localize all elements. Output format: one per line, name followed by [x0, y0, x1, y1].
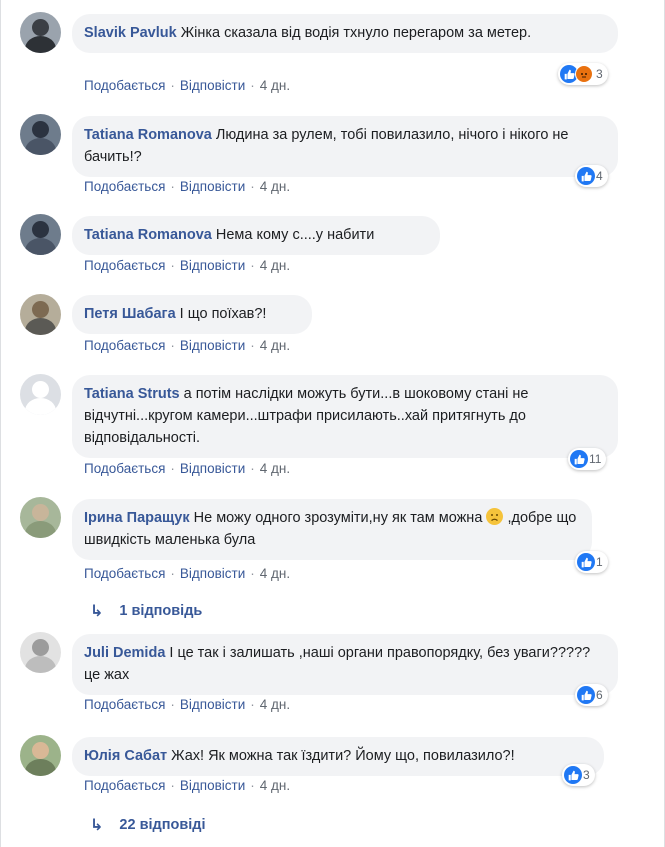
avatar[interactable] [20, 374, 61, 415]
comment-author[interactable]: Slavik Pavluk [84, 25, 177, 41]
sad-face-emoji-icon [486, 508, 504, 525]
like-link[interactable]: Подобається [84, 179, 165, 194]
like-icon [577, 686, 595, 704]
timestamp[interactable]: 4 дн. [260, 179, 290, 194]
reply-link[interactable]: Відповісти [180, 778, 245, 793]
angry-icon [575, 65, 593, 83]
like-link[interactable]: Подобається [84, 566, 165, 581]
reply-link[interactable]: Відповісти [180, 338, 245, 353]
avatar[interactable] [20, 114, 61, 155]
reply-link[interactable]: Відповісти [180, 461, 245, 476]
timestamp[interactable]: 4 дн. [260, 258, 290, 273]
timestamp[interactable]: 4 дн. [260, 461, 290, 476]
comment-author[interactable]: Юлія Сабат [84, 748, 167, 764]
comment-bubble: Юлія Сабат Жах! Як можна так їздити? Йому… [72, 737, 604, 776]
like-link[interactable]: Подобається [84, 338, 165, 353]
comment-bubble: Slavik Pavluk Жінка сказала від водія тхн… [72, 14, 618, 53]
view-replies-link[interactable]: ↳ 22 відповіді [90, 815, 206, 835]
comment-author[interactable]: Juli Demida [84, 645, 165, 661]
reply-link[interactable]: Відповісти [180, 566, 245, 581]
like-link[interactable]: Подобається [84, 778, 165, 793]
comment-author[interactable]: Tatiana Romanova [84, 227, 212, 243]
avatar[interactable] [20, 735, 61, 776]
avatar[interactable] [20, 12, 61, 53]
comment-bubble: Петя Шабага І що поїхав?! [72, 295, 312, 334]
avatar[interactable] [20, 632, 61, 673]
timestamp[interactable]: 4 дн. [260, 778, 290, 793]
comment-bubble: Tatiana Romanova Нема кому с....у набити [72, 216, 440, 255]
reply-arrow-icon: ↳ [90, 603, 104, 620]
timestamp[interactable]: 4 дн. [260, 566, 290, 581]
reaction-count[interactable]: 6 [575, 684, 608, 706]
reaction-count[interactable]: 3 [562, 764, 595, 786]
avatar[interactable] [20, 497, 61, 538]
comment-text: Жах! Як можна так їздити? Йому що, повил… [171, 748, 515, 764]
comment-bubble: Tatiana Struts а потім наслідки можуть бу… [72, 375, 618, 458]
comment-actions: Подобається · Відповісти · 4 дн. [84, 78, 291, 93]
comment-text: Жінка сказала від водія тхнуло перегаром… [180, 25, 532, 41]
comment-bubble: Ірина Паращук Не можу одного зрозуміти,ну… [72, 499, 592, 560]
like-icon [564, 766, 582, 784]
like-link[interactable]: Подобається [84, 697, 165, 712]
comment-actions: Подобається · Відповісти · 4 дн. [84, 461, 291, 476]
comment-bubble: Juli Demida І це так і залишать ,наші орг… [72, 634, 618, 695]
timestamp[interactable]: 4 дн. [260, 78, 290, 93]
timestamp[interactable]: 4 дн. [260, 697, 290, 712]
reaction-count[interactable]: 11 [568, 448, 607, 470]
comment-text: І що поїхав?! [179, 306, 267, 322]
comment-actions: Подобається · Відповісти · 4 дн. [84, 258, 291, 273]
like-icon [577, 167, 595, 185]
comment-actions: Подобається · Відповісти · 4 дн. [84, 338, 291, 353]
view-replies-link[interactable]: ↳ 1 відповідь [90, 601, 202, 621]
comment-author[interactable]: Петя Шабага [84, 306, 176, 322]
comment-actions: Подобається · Відповісти · 4 дн. [84, 179, 291, 194]
like-icon [570, 450, 588, 468]
like-link[interactable]: Подобається [84, 258, 165, 273]
reaction-count[interactable]: 3 [558, 63, 608, 85]
reply-arrow-icon: ↳ [90, 817, 104, 834]
comment-author[interactable]: Tatiana Romanova [84, 127, 212, 143]
timestamp[interactable]: 4 дн. [260, 338, 290, 353]
reply-link[interactable]: Відповісти [180, 697, 245, 712]
comment-author[interactable]: Ірина Паращук [84, 510, 190, 526]
like-link[interactable]: Подобається [84, 461, 165, 476]
comment-bubble: Tatiana Romanova Людина за рулем, тобі по… [72, 116, 618, 177]
reply-link[interactable]: Відповісти [180, 78, 245, 93]
comment-text: Не можу одного зрозуміти,ну як там можна [193, 510, 483, 526]
avatar[interactable] [20, 214, 61, 255]
comment-author[interactable]: Tatiana Struts [84, 386, 180, 402]
comment-actions: Подобається · Відповісти · 4 дн. [84, 697, 291, 712]
reply-link[interactable]: Відповісти [180, 179, 245, 194]
avatar[interactable] [20, 294, 61, 335]
comment-actions: Подобається · Відповісти · 4 дн. [84, 778, 291, 793]
like-link[interactable]: Подобається [84, 78, 165, 93]
comment-actions: Подобається · Відповісти · 4 дн. [84, 566, 291, 581]
like-icon [577, 553, 595, 571]
reply-link[interactable]: Відповісти [180, 258, 245, 273]
reaction-count[interactable]: 1 [575, 551, 608, 573]
comment-text: Нема кому с....у набити [215, 227, 375, 243]
reaction-count[interactable]: 4 [575, 165, 608, 187]
